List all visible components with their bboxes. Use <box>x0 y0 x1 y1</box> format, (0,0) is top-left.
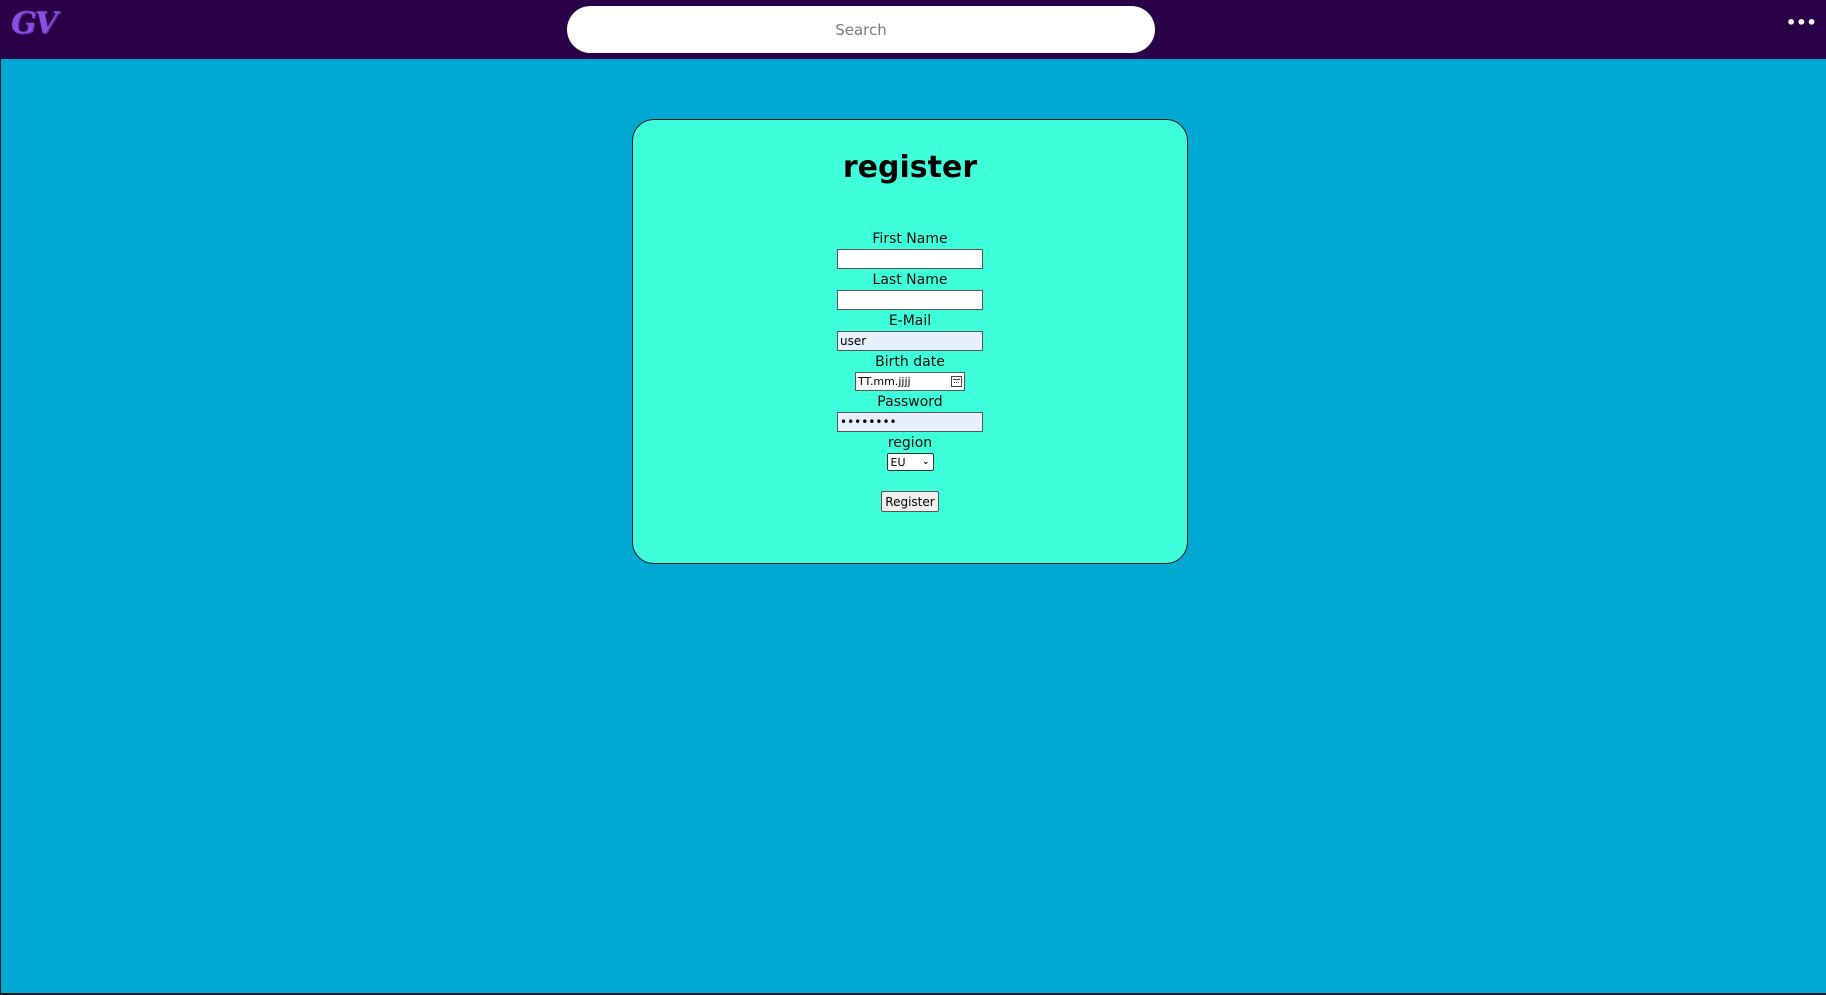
calendar-icon[interactable] <box>951 376 962 387</box>
chevron-down-icon: ⌄ <box>921 457 930 467</box>
birth-date-field[interactable]: TT.mm.jjjj <box>855 372 965 391</box>
search-input[interactable] <box>567 6 1155 53</box>
birth-date-label: Birth date <box>875 354 945 370</box>
page-border-left <box>0 59 1 995</box>
region-selected-value: EU <box>890 455 906 469</box>
first-name-field[interactable] <box>837 249 983 269</box>
first-name-label: First Name <box>872 231 948 247</box>
region-select[interactable]: EU ⌄ <box>886 453 934 471</box>
more-menu-icon[interactable]: ••• <box>1786 12 1817 34</box>
last-name-label: Last Name <box>872 272 948 288</box>
password-label: Password <box>877 394 943 410</box>
region-label: region <box>887 435 933 451</box>
password-field[interactable] <box>837 412 983 432</box>
email-label: E-Mail <box>888 313 932 329</box>
site-logo[interactable]: GV <box>11 6 58 46</box>
register-card: register First Name Last Name E-Mail Bir… <box>632 119 1188 564</box>
birth-date-placeholder: TT.mm.jjjj <box>858 375 911 388</box>
register-form: First Name Last Name E-Mail Birth date T… <box>633 229 1187 512</box>
last-name-field[interactable] <box>837 290 983 310</box>
email-field[interactable] <box>837 331 983 351</box>
register-title: register <box>842 150 978 185</box>
register-button[interactable]: Register <box>881 491 939 512</box>
top-navigation-bar: GV ••• <box>0 0 1826 59</box>
